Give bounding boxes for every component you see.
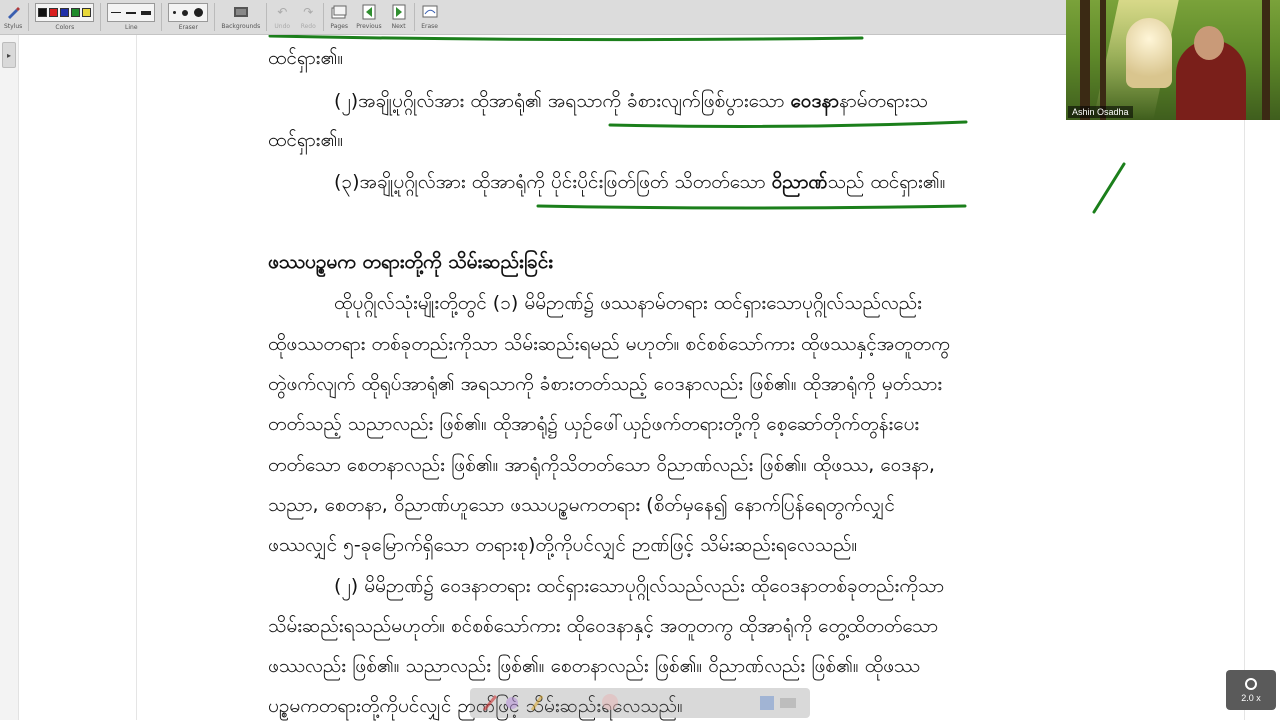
color-swatch-green[interactable] [71,8,81,17]
toolbar-divider [161,3,163,31]
color-swatch-yellow[interactable] [82,8,92,17]
paragraph-line: ဖဿလျှင် ၅-ခုမြောက်ရှိသော တရားစု)တို့ကိုပ… [268,534,858,556]
toolbar-divider [100,3,102,31]
annotation-toolbar: Stylus Colors Line Eraser Backgrounds ↶ … [0,0,1066,35]
eraser-small-icon[interactable] [173,11,177,14]
floating-annotation-toolbar[interactable] [470,688,810,718]
section-heading: ဖဿပဉ္စမက တရားတို့ကို သိမ်းဆည်းခြင်း [268,251,554,273]
pages-icon [330,4,348,20]
redo-button[interactable]: ↷ Redo [295,0,321,31]
undo-icon: ↶ [277,5,288,19]
zoom-level-label: 2.0 x [1241,692,1261,703]
stylus-icon[interactable] [4,4,22,20]
bold-term: ဝေဒနာ [790,90,839,112]
floating-toolbar-icons [482,694,796,711]
previous-page-button[interactable]: Previous [352,0,385,31]
next-page-icon [390,4,408,20]
paragraph-line: ထိုပုဂ္ဂိုလ်သုံးမျိုးတို့တွင် (၁) မိမိဉာ… [334,292,922,314]
toolbar-label: Pages [330,23,349,30]
line-group: Line [103,0,159,31]
backgrounds-button[interactable]: Backgrounds [217,0,264,31]
paragraph-line: တတ်သည့် သညာလည်း ဖြစ်၏။ ထိုအာရုံ၌ ယှဉ်ဖေါ… [268,413,920,435]
text-line: ထင်ရှား၏။ [268,129,344,151]
participant-video[interactable]: Ashin Osadha [1066,0,1280,120]
line-medium-icon[interactable] [126,11,137,14]
redo-icon: ↷ [303,5,314,19]
presenter-face [1194,26,1224,60]
toolbar-divider [323,3,325,31]
toolbar-label: Previous [356,23,382,30]
backgrounds-icon [232,4,250,20]
toolbar-label: Backgrounds [221,23,261,30]
toolbar-divider [214,3,216,31]
color-swatch-black[interactable] [38,8,48,17]
paragraph-line: သိမ်းဆည်းရသည်မဟုတ်။ စင်စစ်သော်ကား ထိုဝေဒ… [268,615,939,637]
toolbar-divider [28,3,30,31]
toolbar-label: Eraser [178,24,198,31]
video-tree [1100,0,1106,120]
video-tree [1080,0,1090,120]
eraser-group: Eraser [164,0,212,31]
paragraph-line: (၂) မိမိဉာဏ်၌ ဝေဒနာတရား ထင်ရှားသောပုဂ္ဂိ… [334,575,945,597]
paragraph-line: တတ်သော စေတနာလည်း ဖြစ်၏။ အာရုံကိုသိတတ်သော… [268,454,935,476]
paragraph-line: ဖဿလည်း ဖြစ်၏။ သညာလည်း ဖြစ်၏။ စေတနာလည်း ဖ… [268,655,921,677]
text-line: ထင်ရှား၏။ [268,47,344,69]
toolbar-label: Undo [274,23,291,30]
line-thin-icon[interactable] [111,12,122,13]
list-item-3: (၃)အချို့ပုဂ္ဂိုလ်အား ထိုအာရုံကို ပိုင်း… [334,171,946,193]
line-thick-icon[interactable] [141,10,152,15]
toolbar-label: Next [391,23,406,30]
toolbar-divider [266,3,268,31]
zoom-indicator[interactable]: 2.0 x [1226,670,1276,710]
pages-button[interactable]: Pages [326,0,352,31]
toolbar-label: Line [125,24,138,31]
undo-button[interactable]: ↶ Undo [269,0,295,31]
erase-all-button[interactable]: Erase [417,0,443,31]
video-tree [1262,0,1270,120]
participant-name-label: Ashin Osadha [1068,106,1133,118]
eraser-medium-icon[interactable] [182,9,189,16]
toolbar-label: Erase [421,23,438,30]
colors-group: Colors [31,0,98,31]
next-page-button[interactable]: Next [386,0,412,31]
toolbar-divider [413,3,415,31]
color-swatch-red[interactable] [49,8,59,17]
toolbar-label: Redo [300,23,316,30]
paragraph-line: တွဲဖက်လျက် ထိုရုပ်အာရုံ၏ အရသာကို ခံစားတတ… [268,373,943,395]
previous-page-icon [360,4,378,20]
erase-icon [421,4,439,20]
paragraph-line: သညာ, စေတနာ, ဝိညာဏ်ဟူသော ဖဿပဉ္စမကတရား (စိ… [268,494,895,516]
toolbar-label: Stylus [4,23,23,30]
paragraph-line: ထိုဖဿတရား တစ်ခုတည်းကိုသာ သိမ်းဆည်းရမည် မ… [268,333,950,355]
stylus-group[interactable]: Stylus [0,0,26,31]
buddha-statue-image [1126,18,1172,88]
list-item-2: (၂)အချို့ပုဂ္ဂိုလ်အား ထိုအာရုံ၏ အရသာကို … [334,90,928,112]
toolbar-label: Colors [55,24,75,31]
zoom-icon [1245,677,1257,690]
eraser-large-icon[interactable] [194,8,204,17]
bold-term: ဝိညာဏ် [771,171,828,193]
color-swatch-blue[interactable] [60,8,70,17]
